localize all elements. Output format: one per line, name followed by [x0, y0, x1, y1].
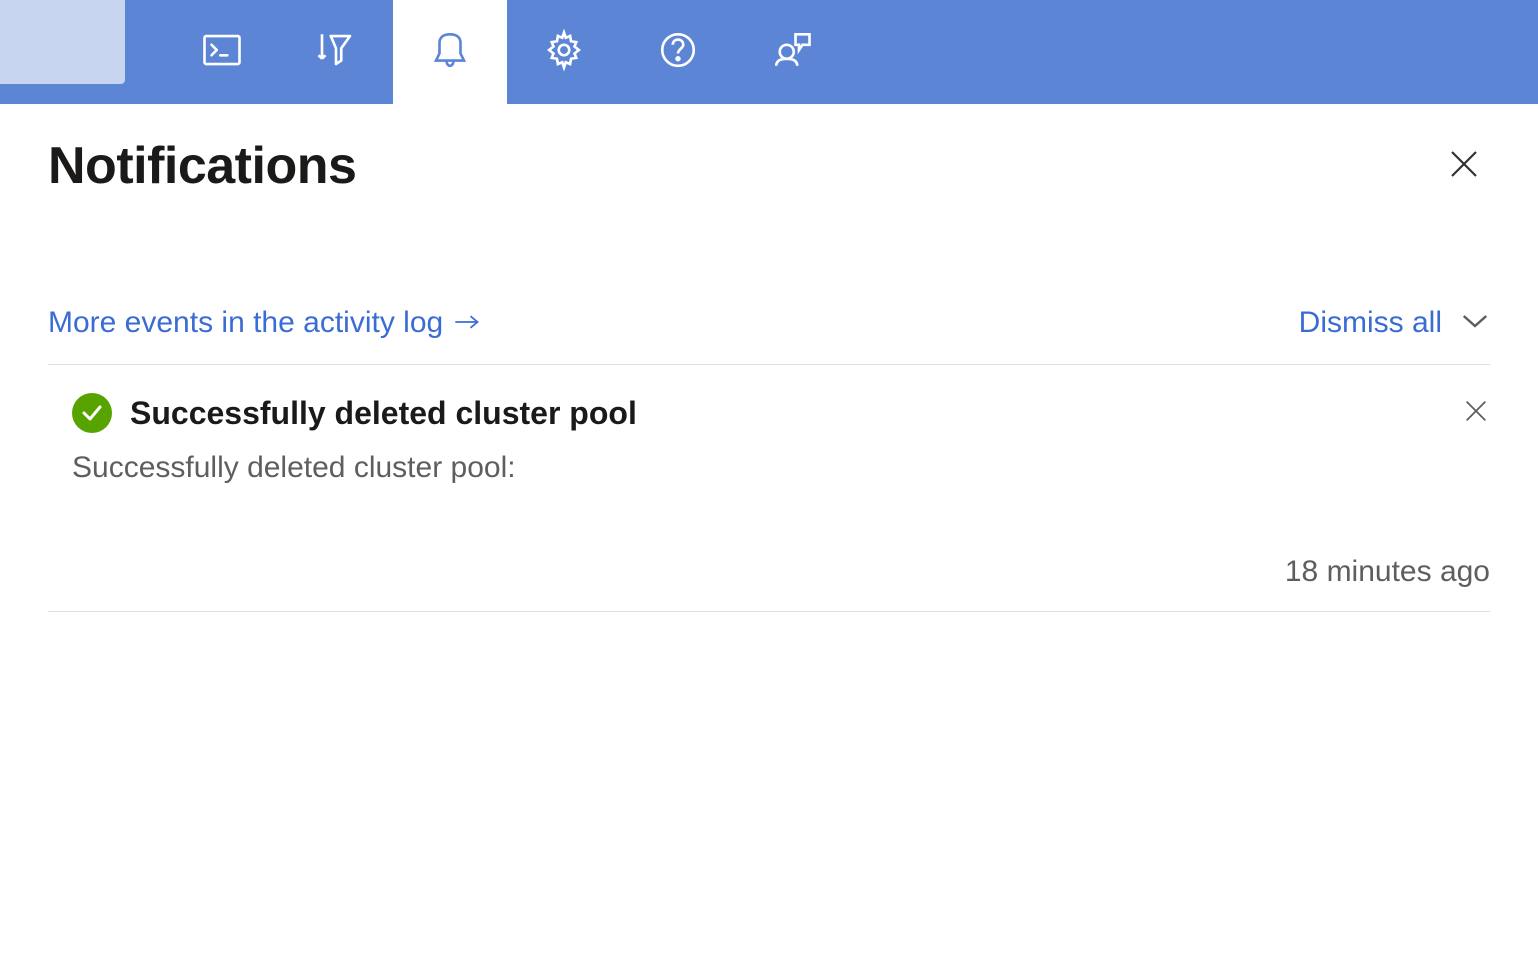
panel-title: Notifications	[48, 136, 356, 196]
topbar	[0, 0, 1538, 104]
feedback-icon	[771, 29, 813, 76]
close-panel-button[interactable]	[1438, 138, 1490, 195]
arrow-right-icon	[453, 306, 481, 340]
dismiss-group: Dismiss all	[1299, 306, 1490, 340]
notifications-button[interactable]	[393, 0, 507, 104]
panel-header: Notifications	[48, 104, 1490, 196]
help-button[interactable]	[621, 0, 735, 104]
notification-body: Successfully deleted cluster pool:	[48, 451, 1490, 485]
notification-item: Successfully deleted cluster pool Succes…	[48, 365, 1490, 612]
cloud-shell-button[interactable]	[165, 0, 279, 104]
notifications-panel: Notifications More events in the activit…	[0, 104, 1538, 612]
close-icon	[1446, 169, 1482, 186]
help-icon	[657, 29, 699, 76]
actions-row: More events in the activity log Dismiss …	[48, 306, 1490, 365]
chevron-down-icon	[1460, 318, 1490, 335]
dismiss-notification-button[interactable]	[1462, 397, 1490, 430]
gear-icon	[543, 29, 585, 76]
notification-title-wrap: Successfully deleted cluster pool	[48, 393, 637, 433]
search-pill[interactable]	[0, 0, 125, 84]
filter-button[interactable]	[279, 0, 393, 104]
settings-button[interactable]	[507, 0, 621, 104]
expand-button[interactable]	[1460, 311, 1490, 336]
success-icon	[72, 393, 112, 433]
filter-icon	[315, 29, 357, 76]
close-icon	[1462, 412, 1490, 429]
bell-icon	[429, 29, 471, 76]
notification-timestamp: 18 minutes ago	[48, 555, 1490, 589]
notification-title: Successfully deleted cluster pool	[130, 395, 637, 432]
notification-header: Successfully deleted cluster pool	[48, 393, 1490, 433]
dismiss-all-button[interactable]: Dismiss all	[1299, 306, 1442, 340]
more-events-link[interactable]: More events in the activity log	[48, 306, 481, 340]
feedback-button[interactable]	[735, 0, 849, 104]
cloud-shell-icon	[201, 29, 243, 76]
more-events-label: More events in the activity log	[48, 306, 443, 340]
